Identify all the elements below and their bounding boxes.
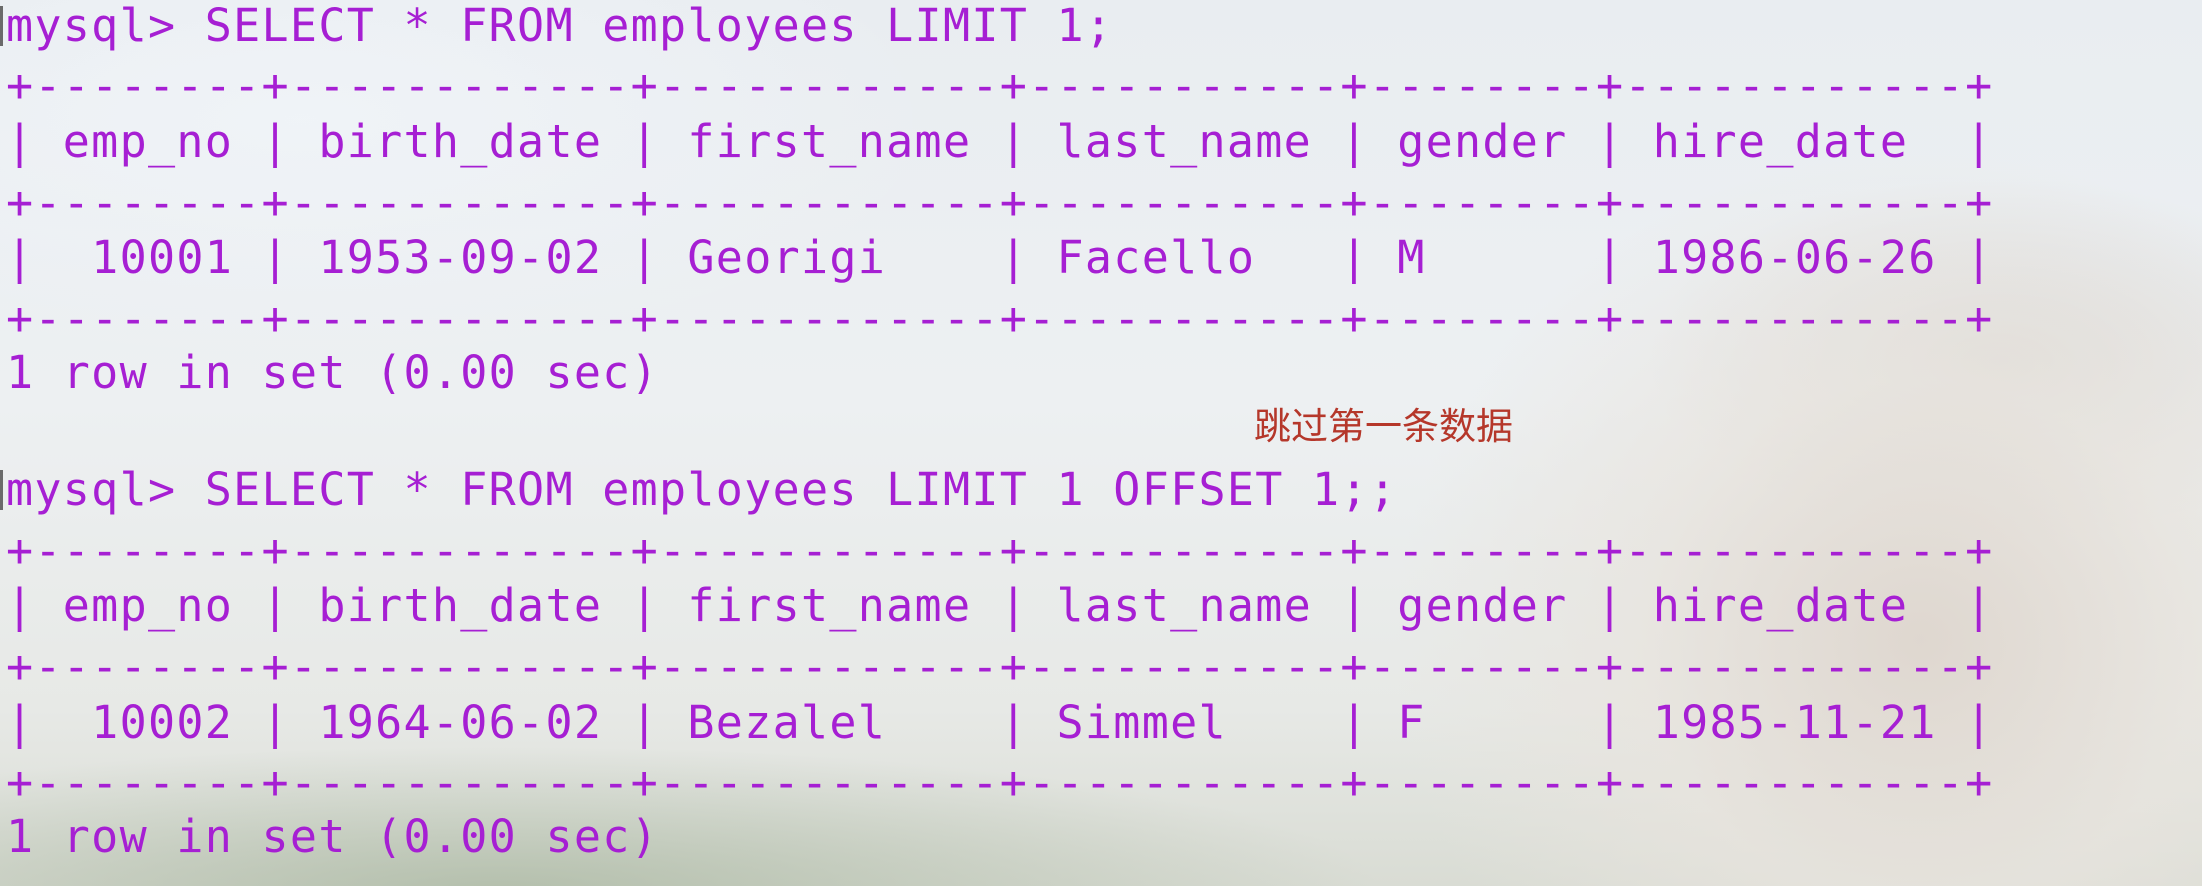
query2-table-border-top: +--------+------------+------------+----… [6,524,1994,577]
query2-command: mysql> SELECT * FROM employees LIMIT 1 O… [6,463,1398,516]
terminal-window[interactable]: mysql> SELECT * FROM employees LIMIT 1; … [0,0,2202,886]
text-cursor-marker [0,470,3,510]
query2-result-summary: 1 row in set (0.00 sec) [6,810,660,863]
query2-table-header: | emp_no | birth_date | first_name | las… [6,579,1994,632]
query1-table-border-top: +--------+------------+------------+----… [6,59,1994,112]
query1-result-summary: 1 row in set (0.00 sec) [6,346,660,399]
query2-table-row: | 10002 | 1964-06-02 | Bezalel | Simmel … [6,696,1994,749]
query1-table-border-mid: +--------+------------+------------+----… [6,176,1994,229]
query1-command: mysql> SELECT * FROM employees LIMIT 1; [6,0,1114,52]
query1-table-border-bottom: +--------+------------+------------+----… [6,292,1994,345]
query2-table-border-bottom: +--------+------------+------------+----… [6,756,1994,809]
query2-table-border-mid: +--------+------------+------------+----… [6,640,1994,693]
query1-table-row: | 10001 | 1953-09-02 | Georigi | Facello… [6,231,1994,284]
text-cursor-marker [0,6,3,46]
query1-table-header: | emp_no | birth_date | first_name | las… [6,115,1994,168]
annotation-skip-first-row: 跳过第一条数据 [1254,405,1513,448]
